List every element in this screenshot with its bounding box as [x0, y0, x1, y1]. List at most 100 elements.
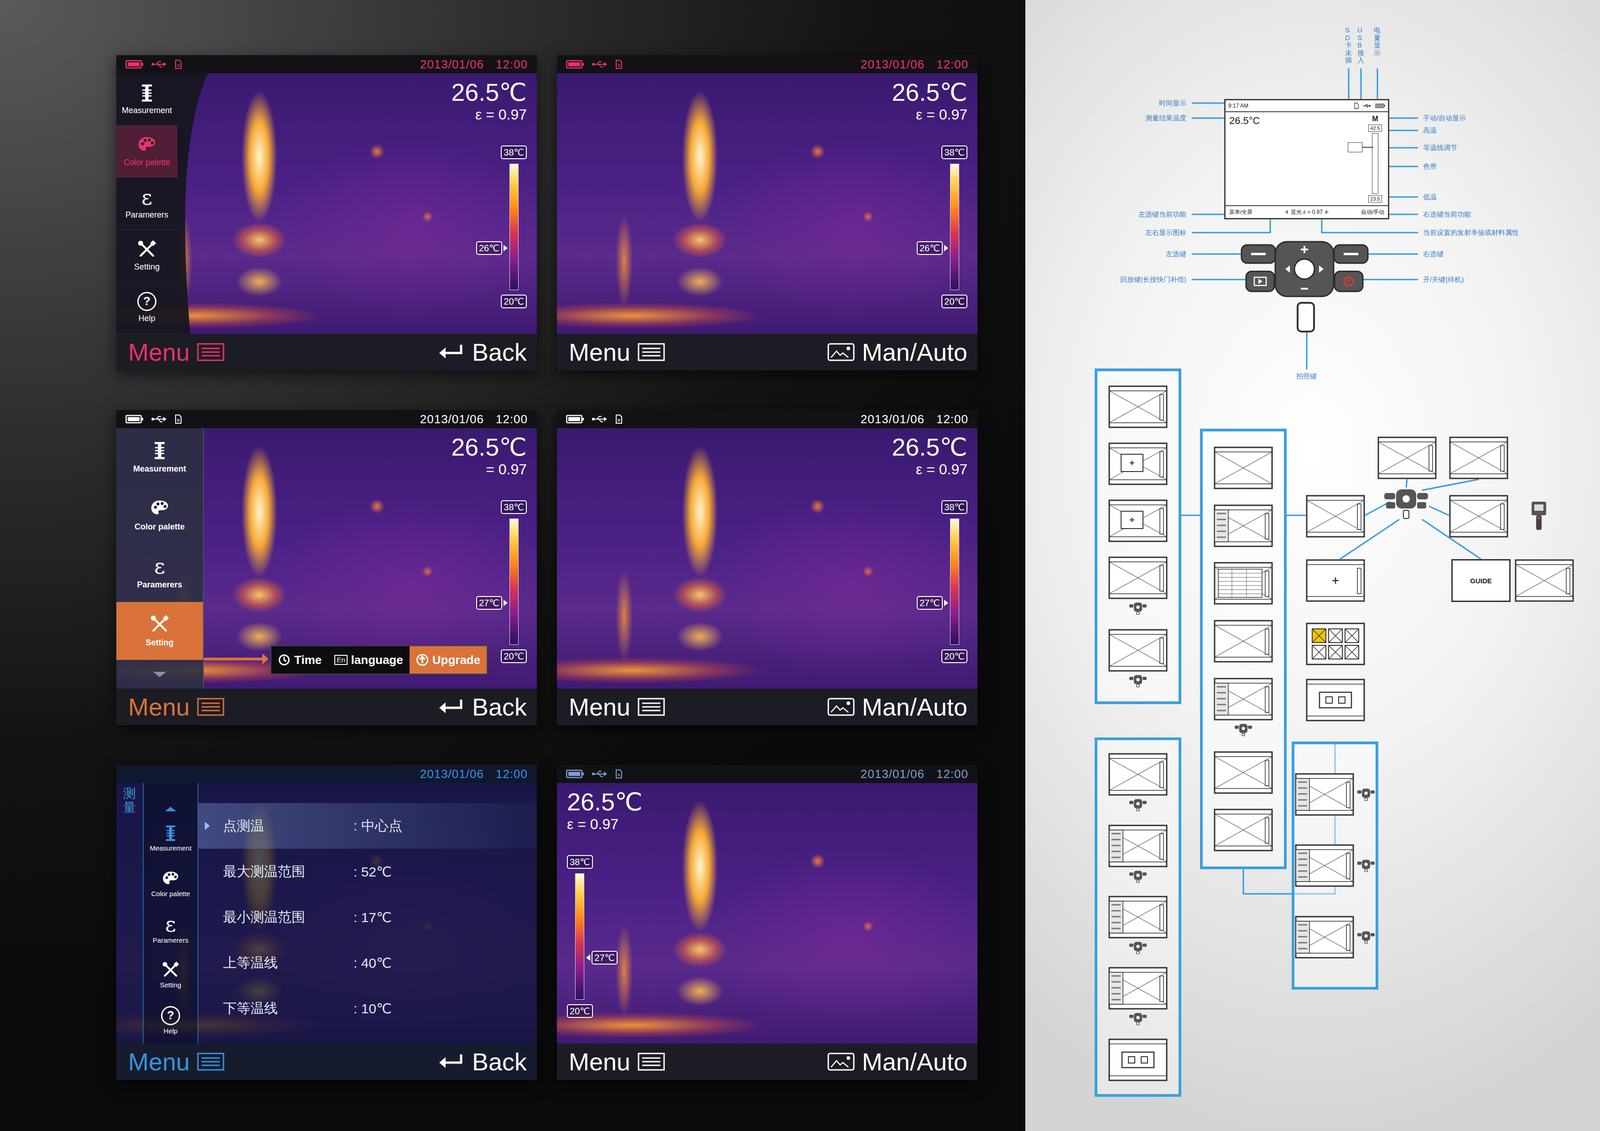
menu-item[interactable]: Measurement	[116, 73, 178, 126]
usb-icon	[1362, 103, 1372, 109]
wireframe-thumbnail	[1108, 628, 1168, 672]
submenu-label: language	[351, 653, 404, 668]
battery-icon	[566, 769, 585, 779]
menu-list-icon	[197, 1052, 225, 1071]
action-button[interactable]: Man/Auto	[827, 339, 968, 365]
menu-button[interactable]: Menu	[568, 694, 665, 720]
back-arrow-icon	[437, 697, 465, 717]
isotherm-marker[interactable]: 27℃	[586, 950, 618, 965]
wireframe-thumbnail	[1449, 436, 1509, 480]
flow-step	[1108, 895, 1168, 955]
settings-list-menu: 测量MeasurementColor paletteεParamerersSet…	[116, 783, 537, 1044]
status-time: 12:00	[936, 57, 969, 72]
submenu-label: Time	[294, 653, 322, 668]
wireframe-thumbnail	[1108, 966, 1168, 1010]
thermal-image	[556, 783, 978, 1044]
action-button[interactable]: Man/Auto	[827, 694, 968, 720]
wireframe-thumbnail	[1108, 385, 1168, 429]
menu-item[interactable]: Measurement	[143, 815, 198, 861]
action-button[interactable]: Back	[437, 1049, 527, 1075]
isotherm-marker[interactable]: 27℃	[476, 596, 508, 610]
device-screen: 2013/01/0612:0026.5℃ε = 0.9738℃26℃20℃Mea…	[116, 55, 537, 371]
flow-step	[1213, 561, 1273, 605]
marker-triangle-icon	[586, 954, 591, 962]
scroll-up-icon[interactable]	[143, 783, 198, 816]
status-time: 12:00	[495, 767, 528, 782]
side-menu: MeasurementColor paletteεParamerersSetti…	[142, 783, 199, 1044]
flow-step	[1213, 751, 1273, 795]
thermal-view: 测量MeasurementColor paletteεParamerersSet…	[116, 783, 537, 1044]
menu-item-label: Setting	[145, 638, 174, 648]
settings-row[interactable]: 点测温: 中心点	[198, 803, 537, 849]
flow-step	[1108, 1038, 1168, 1082]
temperature-scale: 38℃27℃20℃	[941, 500, 968, 664]
settings-row[interactable]: 下等温线: 10℃	[198, 985, 537, 1032]
menu-item[interactable]: ?Help	[143, 997, 198, 1044]
scale-track: 26℃	[950, 163, 960, 291]
keypad-icon	[1128, 798, 1148, 812]
temperature-scale: 38℃26℃20℃	[941, 145, 968, 309]
isotherm-slider[interactable]	[1347, 142, 1363, 153]
more-down-icon[interactable]	[116, 659, 203, 689]
bottom-bar: Menu Man/Auto	[556, 688, 978, 726]
menu-button[interactable]: Menu	[128, 339, 225, 365]
wireframe-thumbnail	[1108, 1038, 1168, 1082]
menu-item[interactable]: εParamerers	[143, 906, 198, 952]
menu-item[interactable]: Setting	[143, 951, 198, 998]
language-icon: En	[334, 654, 348, 666]
menu-item-label: Help	[163, 1027, 178, 1035]
menu-item[interactable]: Color palette	[143, 860, 198, 907]
action-label: Man/Auto	[862, 339, 968, 365]
wireframe-thumbnail	[1514, 559, 1575, 603]
menu-item[interactable]: Setting	[116, 229, 178, 282]
keypad-icon	[1239, 239, 1370, 336]
menu-button[interactable]: Menu	[568, 339, 665, 365]
emissivity-reading: ε = 0.97	[915, 105, 968, 124]
wireframe-low: 23.5	[1368, 195, 1382, 203]
row-value: : 中心点	[353, 816, 537, 836]
keypad-icon	[1234, 723, 1253, 737]
submenu-item[interactable]: Time	[271, 646, 328, 674]
menu-item[interactable]: ?Help	[116, 281, 178, 334]
wireframe-thumbnail	[1449, 494, 1509, 538]
row-label: 下等温线	[223, 999, 354, 1019]
settings-row[interactable]: 最小测温范围: 17℃	[198, 894, 537, 941]
wireframe-scale: M42.523.5	[1366, 114, 1385, 203]
sd-card-icon	[1354, 102, 1359, 110]
submenu-item[interactable]: Enlanguage	[327, 646, 410, 674]
thermal-image	[556, 428, 978, 689]
battery-icon	[125, 59, 144, 69]
menu-item[interactable]: εParamerers	[116, 177, 178, 230]
wireframe-thumbnail	[1108, 895, 1168, 939]
battery-icon	[566, 414, 585, 424]
isotherm-marker[interactable]: 26℃	[476, 241, 508, 255]
settings-row[interactable]: 最大测温范围: 52℃	[198, 848, 537, 895]
menu-item[interactable]: Measurement	[116, 428, 203, 487]
flow-group	[1291, 741, 1379, 990]
action-button[interactable]: Back	[437, 339, 527, 365]
submenu-item[interactable]: Upgrade	[409, 646, 487, 674]
menu-button[interactable]: Menu	[568, 1049, 665, 1075]
status-date: 2013/01/06	[860, 57, 925, 72]
settings-row[interactable]: 上等温线: 40℃	[198, 940, 537, 986]
menu-button[interactable]: Menu	[128, 694, 225, 720]
action-button[interactable]: Back	[437, 694, 527, 720]
epsilon-icon: ε	[165, 914, 177, 935]
readout: 26.5℃ε = 0.9738℃27℃20℃	[891, 433, 968, 664]
isotherm-marker[interactable]: 26℃	[916, 241, 949, 255]
annotation-label: 当前设置的发射率值或材料属性	[1423, 228, 1519, 237]
wireframe-bottom-bar: 菜单/全屏亚光 ε = 0.97自动/手动	[1225, 205, 1388, 219]
menu-item[interactable]: Setting	[116, 602, 203, 660]
menu-item[interactable]: εParamerers	[116, 544, 203, 603]
wireframe-thumbnail	[1213, 677, 1273, 721]
thermal-view: 26.5℃ε = 0.9738℃27℃20℃	[556, 783, 978, 1044]
row-value: : 10℃	[353, 1000, 537, 1017]
menu-item[interactable]: Color palette	[116, 486, 203, 545]
isotherm-marker[interactable]: 27℃	[916, 596, 949, 610]
action-button[interactable]: Man/Auto	[827, 1049, 968, 1075]
battery-icon	[566, 59, 585, 69]
flow-step	[1108, 442, 1168, 486]
annotation-label: 高温	[1423, 126, 1437, 135]
menu-item[interactable]: Color palette	[116, 125, 178, 178]
menu-button[interactable]: Menu	[128, 1049, 225, 1075]
